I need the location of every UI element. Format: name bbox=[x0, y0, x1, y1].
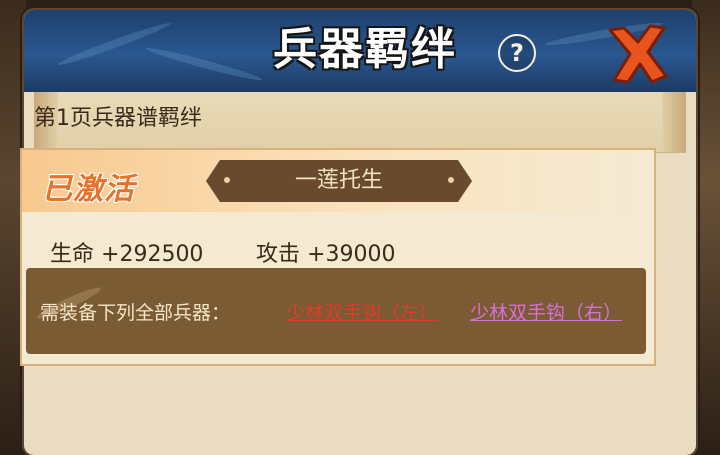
stat-label: 生命 bbox=[50, 242, 95, 267]
close-x-icon[interactable] bbox=[602, 20, 672, 90]
background-right bbox=[692, 0, 720, 451]
stat-label: 攻击 bbox=[256, 242, 301, 267]
question-mark-icon[interactable]: ? bbox=[498, 34, 536, 72]
bamboo-leaf-decoration bbox=[145, 44, 263, 84]
subheader-corner-right bbox=[662, 92, 686, 152]
page-subtitle: 第1页兵器谱羁绊 bbox=[34, 106, 202, 131]
stat-value: +39000 bbox=[307, 242, 396, 267]
banner-dot-left bbox=[224, 177, 230, 183]
stat-hp: 生命 +292500 bbox=[50, 236, 203, 268]
bond-name-banner: 一莲托生 bbox=[206, 160, 472, 202]
bond-name: 一莲托生 bbox=[294, 168, 383, 193]
activated-badge: 已激活 bbox=[42, 172, 135, 207]
stat-attack: 攻击 +39000 bbox=[256, 236, 395, 268]
requirement-label: 需装备下列全部兵器： bbox=[40, 302, 231, 324]
dialog-title: 兵器羁绊 bbox=[273, 24, 457, 75]
bamboo-leaf-decoration bbox=[56, 19, 172, 69]
weapon-link-left-hook[interactable]: 少林双手钩（左） bbox=[286, 298, 438, 325]
stat-value: +292500 bbox=[101, 242, 204, 267]
weapon-link-right-hook[interactable]: 少林双手钩（右） bbox=[470, 298, 622, 325]
banner-dot-right bbox=[448, 177, 454, 183]
